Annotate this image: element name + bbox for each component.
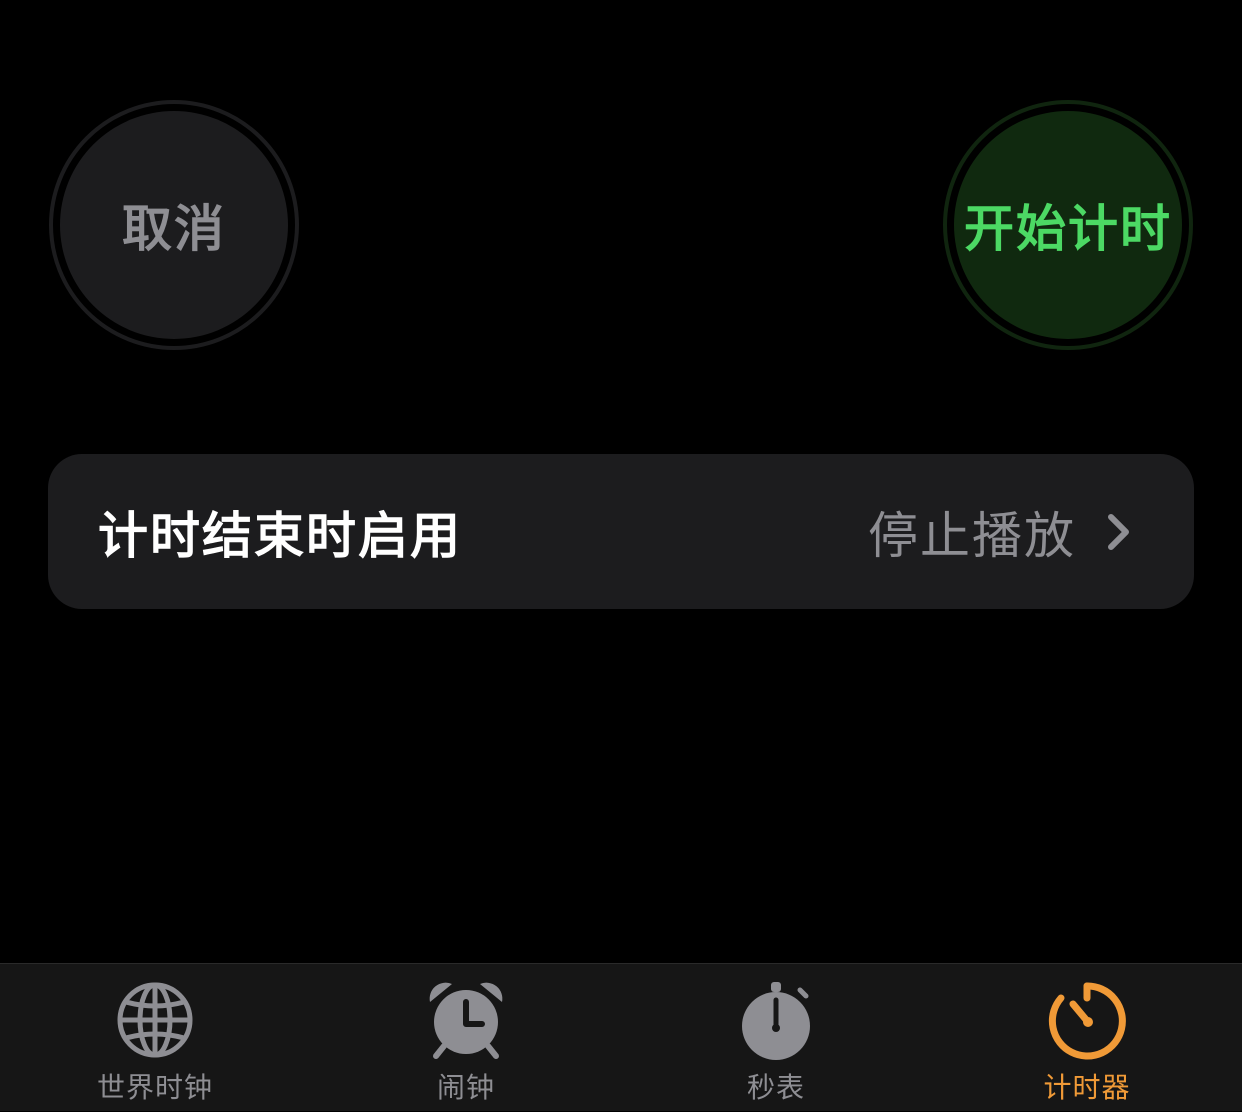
when-timer-ends-row[interactable]: 计时结束时启用 停止播放 bbox=[48, 454, 1194, 609]
start-button[interactable]: 开始计时 bbox=[943, 100, 1193, 350]
globe-icon bbox=[113, 978, 197, 1062]
chevron-right-icon bbox=[1108, 513, 1129, 550]
when-timer-ends-value: 停止播放 bbox=[868, 506, 1076, 565]
alarm-clock-icon bbox=[424, 978, 508, 1062]
stopwatch-icon bbox=[734, 978, 818, 1062]
timer-icon bbox=[1045, 978, 1129, 1062]
start-button-label: 开始计时 bbox=[954, 111, 1182, 339]
tab-world-clock[interactable]: 世界时钟 bbox=[55, 964, 255, 1112]
when-timer-ends-value-group: 停止播放 bbox=[868, 496, 1132, 568]
tab-alarm[interactable]: 闹钟 bbox=[366, 964, 566, 1112]
tab-stopwatch-label: 秒表 bbox=[746, 1071, 805, 1104]
tab-timer[interactable]: 计时器 bbox=[987, 964, 1187, 1112]
tab-alarm-label: 闹钟 bbox=[436, 1071, 495, 1104]
cancel-button-label: 取消 bbox=[60, 111, 288, 339]
when-timer-ends-label: 计时结束时启用 bbox=[98, 506, 462, 565]
tab-bar: 世界时钟 闹钟 秒表 计时器 bbox=[0, 963, 1242, 1111]
tab-stopwatch[interactable]: 秒表 bbox=[676, 964, 876, 1112]
cancel-button[interactable]: 取消 bbox=[49, 100, 299, 350]
tab-timer-label: 计时器 bbox=[1043, 1071, 1131, 1104]
tab-world-clock-label: 世界时钟 bbox=[96, 1071, 213, 1104]
